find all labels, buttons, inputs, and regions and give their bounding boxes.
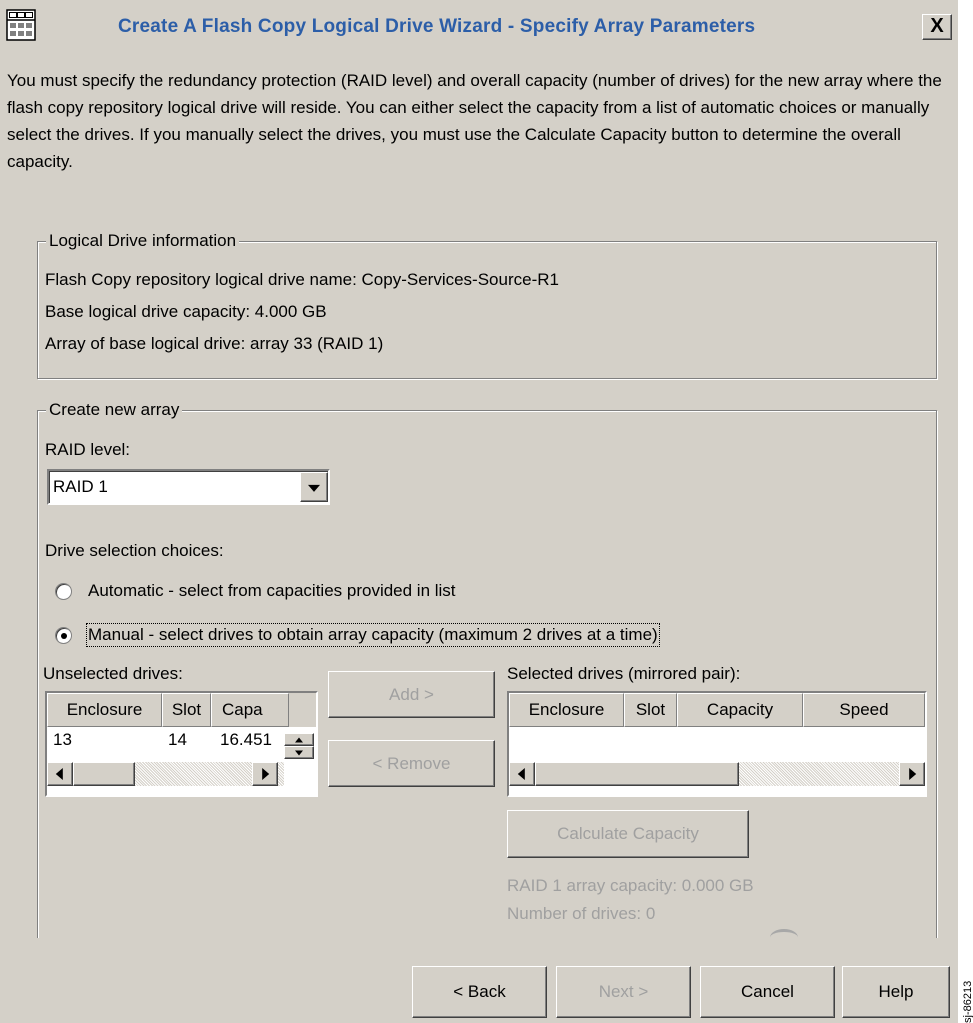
number-of-drives-text: Number of drives: 0 <box>507 904 656 923</box>
chevron-down-icon <box>308 484 320 492</box>
back-button[interactable]: < Back <box>412 966 547 1018</box>
app-icon <box>6 9 36 41</box>
raid-level-select[interactable]: RAID 1 <box>47 469 330 505</box>
scroll-down-button[interactable] <box>284 746 314 759</box>
column-header-slot[interactable]: Slot <box>162 693 211 727</box>
automatic-option-label[interactable]: Automatic - select from capacities provi… <box>88 581 456 601</box>
unselected-drives-table[interactable]: Enclosure Slot Capa 13 14 16.451 <box>45 691 318 797</box>
arrow-up-icon <box>295 737 303 742</box>
logical-drive-info-group: Logical Drive information Flash Copy rep… <box>37 230 937 379</box>
create-array-legend: Create new array <box>46 399 183 421</box>
cell-slot: 14 <box>168 730 187 749</box>
manual-radio[interactable] <box>55 627 72 644</box>
base-array-text: Array of base logical drive: array 33 (R… <box>45 334 384 353</box>
close-icon: X <box>930 15 944 37</box>
title-bar[interactable]: Create A Flash Copy Logical Drive Wizard… <box>0 0 958 58</box>
column-header-speed[interactable]: Speed <box>803 693 925 727</box>
table-header: Enclosure Slot Capa <box>47 693 316 727</box>
scroll-right-button[interactable] <box>899 762 925 786</box>
arrow-left-icon <box>55 768 63 780</box>
arrow-left-icon <box>517 768 525 780</box>
arrow-right-icon <box>909 768 917 780</box>
horizontal-scrollbar[interactable] <box>509 762 925 786</box>
automatic-radio[interactable] <box>55 583 72 600</box>
cancel-button[interactable]: Cancel <box>700 966 835 1018</box>
manual-option-label[interactable]: Manual - select drives to obtain array c… <box>86 623 660 647</box>
logical-drive-info-legend: Logical Drive information <box>46 230 240 252</box>
column-header-enclosure[interactable]: Enclosure <box>47 693 162 727</box>
remove-button[interactable]: < Remove <box>328 740 495 787</box>
page-margin <box>958 0 973 1023</box>
array-capacity-text: RAID 1 array capacity: 0.000 GB <box>507 876 754 895</box>
column-header-capacity[interactable]: Capacity <box>677 693 803 727</box>
raid-level-label: RAID level: <box>45 440 131 459</box>
table-header: Enclosure Slot Capacity Speed <box>509 693 925 727</box>
figure-id-text: sj-86213 <box>962 980 973 1023</box>
calculate-capacity-button[interactable]: Calculate Capacity <box>507 810 749 858</box>
dropdown-button[interactable] <box>300 472 328 502</box>
scroll-thumb[interactable] <box>535 762 739 786</box>
scroll-right-button[interactable] <box>252 762 278 786</box>
column-header-enclosure[interactable]: Enclosure <box>509 693 624 727</box>
add-button[interactable]: Add > <box>328 671 495 718</box>
arrow-down-icon <box>295 750 303 755</box>
window-title: Create A Flash Copy Logical Drive Wizard… <box>118 16 756 37</box>
scroll-left-button[interactable] <box>47 762 73 786</box>
scroll-thumb[interactable] <box>73 762 135 786</box>
repository-name-text: Flash Copy repository logical drive name… <box>45 270 559 289</box>
drive-selection-label: Drive selection choices: <box>45 541 224 560</box>
cell-enclosure: 13 <box>53 730 72 749</box>
instruction-text: You must specify the redundancy protecti… <box>7 71 942 171</box>
arrow-right-icon <box>262 768 270 780</box>
selected-drives-table[interactable]: Enclosure Slot Capacity Speed <box>507 691 927 797</box>
raid-level-value: RAID 1 <box>53 477 108 496</box>
selected-drives-label: Selected drives (mirrored pair): <box>507 664 741 683</box>
next-button[interactable]: Next > <box>556 966 691 1018</box>
close-button[interactable]: X <box>922 14 952 40</box>
scroll-up-button[interactable] <box>284 733 314 746</box>
horizontal-scrollbar[interactable] <box>47 762 284 786</box>
base-capacity-text: Base logical drive capacity: 4.000 GB <box>45 302 327 321</box>
column-header-slot[interactable]: Slot <box>624 693 677 727</box>
column-header-capacity[interactable]: Capa <box>211 693 289 727</box>
unselected-drives-label: Unselected drives: <box>43 664 183 683</box>
radio-selected-dot <box>61 633 67 639</box>
help-button[interactable]: Help <box>842 966 950 1018</box>
cell-capacity: 16.451 <box>220 730 272 749</box>
scroll-left-button[interactable] <box>509 762 535 786</box>
wizard-dialog: Create A Flash Copy Logical Drive Wizard… <box>0 0 958 1023</box>
